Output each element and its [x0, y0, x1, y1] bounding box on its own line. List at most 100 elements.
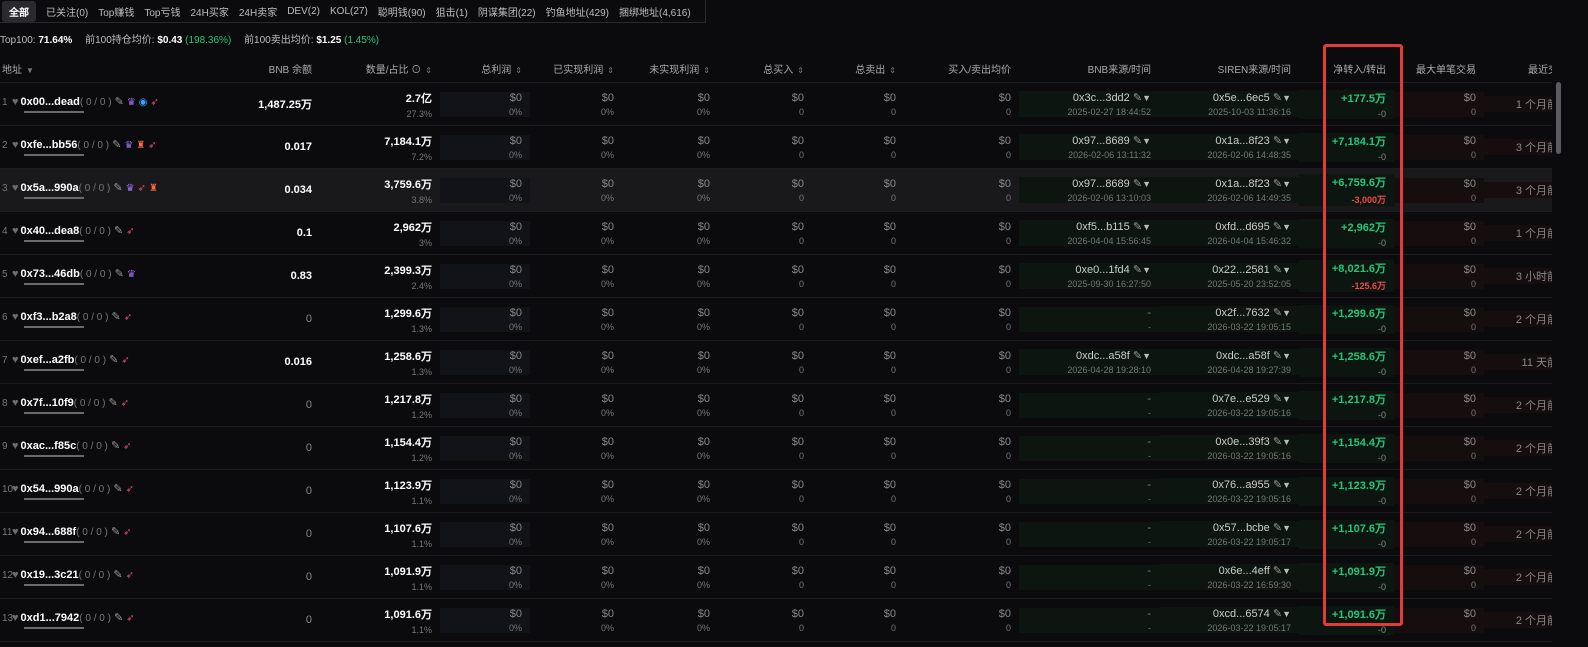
sort-icon[interactable]: ⇕: [703, 66, 710, 75]
pencil-icon[interactable]: ✎: [1273, 221, 1282, 233]
filter-icon[interactable]: ▼: [1142, 265, 1151, 275]
pencil-icon[interactable]: ✎: [1133, 92, 1142, 104]
siren-source[interactable]: 0x5e...6ec5: [1213, 92, 1270, 104]
scrollbar-thumb[interactable]: [1556, 82, 1561, 154]
heart-icon[interactable]: ♥: [12, 268, 19, 280]
address-link[interactable]: 0xd1...7942: [21, 612, 80, 624]
tab-dev[interactable]: DEV(2): [287, 6, 320, 17]
header-realized-profit[interactable]: 已实现利润 ⇕: [530, 61, 622, 76]
address-link[interactable]: 0x40...dea8: [21, 225, 80, 237]
sort-icon[interactable]: ⇕: [797, 66, 804, 75]
address-link[interactable]: 0xac...f85c: [21, 440, 77, 452]
tab-top-profit[interactable]: Top赚钱: [98, 4, 134, 19]
heart-icon[interactable]: ♥: [12, 440, 19, 452]
table-row[interactable]: 8 ♥ 0x7f...10f9( 0 / 0 ) ✎ ➶ 0 1,217.8万 1.2%…: [0, 384, 1568, 427]
address-link[interactable]: 0x5a...990a: [21, 182, 79, 194]
pencil-icon[interactable]: ✎: [1133, 178, 1142, 190]
heart-icon[interactable]: ♥: [12, 612, 19, 624]
bnb-source[interactable]: 0x97...8689: [1072, 135, 1130, 147]
table-row[interactable]: 2 ♥ 0xfe...bb56( 0 / 0 ) ✎ ♛ ♜ ➶ 0.017 7,184.…: [0, 126, 1568, 169]
table-row[interactable]: 3 ♥ 0x5a...990a( 0 / 0 ) ✎ ♛ ➶ ♜ 0.034 3,759.…: [0, 169, 1568, 212]
heart-icon[interactable]: ♥: [12, 96, 19, 108]
filter-icon[interactable]: ▼: [1282, 480, 1291, 490]
siren-source[interactable]: 0x1a...8f23: [1215, 178, 1269, 190]
table-row[interactable]: 9 ♥ 0xac...f85c( 0 / 0 ) ✎ ➶ 0 1,154.4万 1.2%…: [0, 427, 1568, 470]
tab-all[interactable]: 全部: [2, 0, 36, 22]
pencil-icon[interactable]: ✎: [1273, 479, 1282, 491]
table-row[interactable]: 5 ♥ 0x73...46db( 0 / 0 ) ✎ ♛ 0.83 2,399.3万 2…: [0, 255, 1568, 298]
address-link[interactable]: 0x00...dead: [21, 96, 80, 108]
pencil-icon[interactable]: ✎: [1273, 393, 1282, 405]
pencil-icon[interactable]: ✎: [1273, 436, 1282, 448]
tab-kol[interactable]: KOL(27): [330, 6, 368, 17]
heart-icon[interactable]: ♥: [12, 569, 19, 581]
tab-24h-buyers[interactable]: 24H买家: [190, 4, 228, 19]
siren-source[interactable]: 0x6e...4eff: [1219, 565, 1270, 577]
siren-source[interactable]: 0x7e...e529: [1212, 393, 1270, 405]
siren-source[interactable]: 0x22...2581: [1212, 264, 1270, 276]
pencil-icon[interactable]: ✎: [1273, 264, 1282, 276]
filter-icon[interactable]: ▼: [1282, 179, 1291, 189]
siren-source[interactable]: 0x1a...8f23: [1215, 135, 1269, 147]
pencil-icon[interactable]: ✎: [113, 483, 122, 495]
filter-icon[interactable]: ▼: [1282, 609, 1291, 619]
bnb-source[interactable]: 0xe0...1fd4: [1075, 264, 1129, 276]
tab-cabal[interactable]: 阴谋集团(22): [478, 4, 536, 19]
address-link[interactable]: 0x19...3c21: [21, 569, 79, 581]
filter-icon[interactable]: ▼: [1282, 523, 1291, 533]
tab-followed[interactable]: 已关注(0): [46, 4, 88, 19]
filter-icon[interactable]: ▼: [1282, 437, 1291, 447]
bnb-source[interactable]: 0x97...8689: [1072, 178, 1130, 190]
pencil-icon[interactable]: ✎: [1133, 264, 1142, 276]
filter-icon[interactable]: ▼: [1282, 136, 1291, 146]
table-row[interactable]: 6 ♥ 0xf3...b2a8( 0 / 0 ) ✎ ➶ 0 1,299.6万 1.3%…: [0, 298, 1568, 341]
pencil-icon[interactable]: ✎: [1273, 608, 1282, 620]
pencil-icon[interactable]: ✎: [112, 311, 121, 323]
pencil-icon[interactable]: ✎: [1273, 135, 1282, 147]
tab-phishing[interactable]: 钓鱼地址(429): [546, 4, 609, 19]
sort-icon[interactable]: ⇕: [607, 66, 614, 75]
header-unrealized-profit[interactable]: 未实现利润 ⇕: [622, 61, 718, 76]
address-link[interactable]: 0x54...990a: [21, 483, 79, 495]
pencil-icon[interactable]: ✎: [1273, 307, 1282, 319]
heart-icon[interactable]: ♥: [12, 526, 19, 538]
filter-icon[interactable]: ▼: [1282, 394, 1291, 404]
pencil-icon[interactable]: ✎: [114, 225, 123, 237]
pencil-icon[interactable]: ✎: [109, 354, 118, 366]
sort-icon[interactable]: ⇕: [889, 66, 896, 75]
pencil-icon[interactable]: ✎: [113, 569, 122, 581]
bnb-source[interactable]: 0x3c...3dd2: [1073, 92, 1130, 104]
filter-icon[interactable]: ▼: [1282, 308, 1291, 318]
table-row[interactable]: 13♥ 0xd1...7942( 0 / 0 ) ✎ ➶ 0 1,091.6万 1.1…: [0, 599, 1568, 642]
table-row[interactable]: 10♥ 0x54...990a( 0 / 0 ) ✎ ➶ 0 1,123.9万 1.1…: [0, 470, 1568, 513]
siren-source[interactable]: 0xcd...6574: [1213, 608, 1270, 620]
tab-smart-money[interactable]: 聪明钱(90): [378, 4, 426, 19]
siren-source[interactable]: 0xdc...a58f: [1216, 350, 1270, 362]
header-address[interactable]: 地址 ▼: [0, 61, 250, 76]
heart-icon[interactable]: ♥: [12, 182, 19, 194]
header-total-profit[interactable]: 总利润 ⇕: [440, 61, 530, 76]
address-link[interactable]: 0xef...a2fb: [21, 354, 75, 366]
header-total-buy[interactable]: 总买入 ⇕: [718, 61, 812, 76]
tab-sniper[interactable]: 狙击(1): [436, 4, 468, 19]
pencil-icon[interactable]: ✎: [1273, 92, 1282, 104]
pencil-icon[interactable]: ✎: [1273, 178, 1282, 190]
table-row[interactable]: 7 ♥ 0xef...a2fb( 0 / 0 ) ✎ ➶ 0.016 1,258.6万…: [0, 341, 1568, 384]
pencil-icon[interactable]: ✎: [114, 612, 123, 624]
tab-top-loss[interactable]: Top亏钱: [144, 4, 180, 19]
table-row[interactable]: 11♥ 0x94...688f( 0 / 0 ) ✎ ➶ 0 1,107.6万 1.1…: [0, 513, 1568, 556]
bnb-source[interactable]: 0xdc...a58f: [1076, 350, 1130, 362]
pencil-icon[interactable]: ✎: [111, 526, 120, 538]
pencil-icon[interactable]: ✎: [111, 440, 120, 452]
header-quantity[interactable]: 数量/占比 ⊙ ⇕: [320, 61, 440, 76]
filter-icon[interactable]: ▼: [1142, 136, 1151, 146]
filter-icon[interactable]: ▼: [1282, 222, 1291, 232]
bnb-source[interactable]: 0xf5...b115: [1076, 221, 1130, 233]
filter-icon[interactable]: ▼: [1142, 222, 1151, 232]
pencil-icon[interactable]: ✎: [108, 397, 117, 409]
siren-source[interactable]: 0x76...a955: [1212, 479, 1270, 491]
heart-icon[interactable]: ♥: [12, 311, 19, 323]
filter-icon[interactable]: ▼: [1282, 566, 1291, 576]
heart-icon[interactable]: ♥: [12, 139, 19, 151]
pencil-icon[interactable]: ✎: [1273, 350, 1282, 362]
